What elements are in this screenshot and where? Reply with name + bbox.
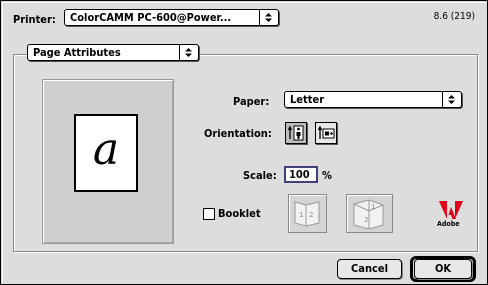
booklet-page-1: 1 bbox=[299, 211, 303, 219]
portrait-orientation-icon bbox=[287, 125, 304, 141]
landscape-orientation-icon bbox=[317, 125, 335, 139]
landscape-orientation-button[interactable] bbox=[315, 122, 337, 144]
printer-value: ColorCAMM PC-600@Power... bbox=[70, 11, 232, 24]
booklet-left-edge-icon: 1 2 bbox=[294, 201, 320, 227]
scale-label: Scale: bbox=[243, 169, 277, 182]
panel-select-value: Page Attributes bbox=[33, 46, 121, 59]
version-text: 8.6 (219) bbox=[433, 11, 475, 22]
adobe-wordmark: Adobe bbox=[437, 220, 460, 228]
adobe-logo: Adobe bbox=[437, 201, 467, 231]
scale-unit: % bbox=[322, 169, 332, 182]
booklet-checkbox[interactable] bbox=[203, 208, 215, 220]
page-setup-dialog: Printer: ColorCAMM PC-600@Power... 8.6 (… bbox=[0, 0, 488, 285]
paper-value: Letter bbox=[290, 93, 325, 106]
booklet-page-2: 2 bbox=[309, 211, 313, 219]
scale-input[interactable]: 100 bbox=[284, 166, 318, 183]
panel-select-popup[interactable]: Page Attributes bbox=[27, 44, 199, 61]
booklet-label: Booklet bbox=[218, 207, 261, 220]
page-preview: a bbox=[42, 79, 174, 244]
printer-label: Printer: bbox=[13, 13, 56, 26]
ok-button[interactable]: OK bbox=[414, 259, 472, 279]
printer-popup[interactable]: ColorCAMM PC-600@Power... bbox=[64, 9, 279, 26]
booklet-page-2b: 2 bbox=[364, 216, 368, 224]
booklet-left-edge-button[interactable]: 1 2 bbox=[288, 194, 327, 233]
booklet-right-edge-icon: 1 2 bbox=[353, 199, 384, 230]
updown-arrows-icon bbox=[179, 45, 198, 60]
cancel-button[interactable]: Cancel bbox=[337, 259, 402, 279]
portrait-orientation-button[interactable] bbox=[285, 122, 307, 144]
updown-arrows-icon bbox=[442, 92, 461, 107]
booklet-right-edge-button[interactable]: 1 2 bbox=[346, 194, 393, 233]
adobe-logo-icon bbox=[439, 201, 463, 219]
preview-glyph: a bbox=[92, 124, 120, 175]
orientation-label: Orientation: bbox=[204, 127, 272, 140]
preview-page: a bbox=[74, 114, 138, 192]
paper-label: Paper: bbox=[233, 95, 270, 108]
updown-arrows-icon bbox=[259, 10, 278, 25]
booklet-page-1b: 1 bbox=[371, 203, 375, 211]
paper-popup[interactable]: Letter bbox=[284, 91, 462, 108]
